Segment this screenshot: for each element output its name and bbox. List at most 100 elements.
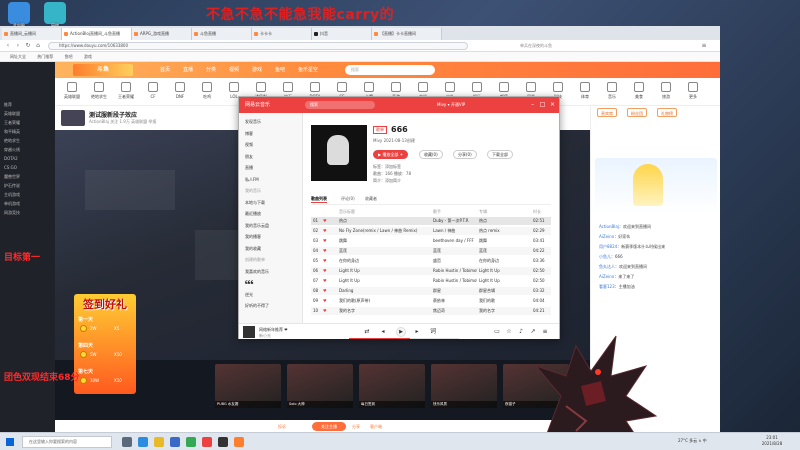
browser-tab[interactable]: 卡卡卡 — [252, 28, 312, 40]
category-item[interactable]: 旅游 — [655, 82, 677, 100]
store-icon[interactable] — [170, 437, 180, 447]
column-header[interactable]: 歌手 — [433, 209, 441, 215]
like-icon[interactable]: ♥ — [323, 217, 327, 225]
sidebar-item[interactable]: 主机游戏 — [4, 192, 52, 198]
sidebar-item[interactable]: 和平精英 — [4, 129, 52, 135]
sidebar-item[interactable]: 666 — [245, 280, 253, 285]
forward-icon[interactable]: › — [14, 42, 22, 50]
music-search-input[interactable]: 搜索 — [305, 101, 375, 109]
minimize-icon[interactable]: – — [529, 101, 536, 108]
sidebar-item[interactable]: 最近播放 — [245, 211, 261, 217]
sidebar-item[interactable]: 我的播客 — [245, 234, 261, 240]
table-row[interactable]: ♥ 09 我们的歌(原声带) 蔡依林 我们的歌 04:04 — [311, 297, 551, 305]
chat-tab[interactable]: 礼物榜 — [657, 108, 677, 117]
browser-search-hint[interactable]: 单兵在深夜的斗鱼 — [520, 42, 590, 50]
file-explorer-icon[interactable] — [154, 437, 164, 447]
menu-icon[interactable]: ≡ — [700, 42, 708, 50]
douyu-app-icon[interactable] — [234, 437, 244, 447]
like-icon[interactable]: ♥ — [323, 227, 327, 235]
column-header[interactable]: 专辑 — [479, 209, 487, 215]
sidebar-item[interactable]: 本地与下载 — [245, 200, 265, 206]
recommend-thumbnail[interactable]: Solo 大神 — [287, 364, 353, 408]
chat-username[interactable]: 鱼丸达人 — [599, 264, 615, 269]
obs-icon[interactable] — [218, 437, 228, 447]
douyu-search-input[interactable]: 搜索 — [345, 65, 435, 75]
like-icon[interactable]: ♥ — [323, 267, 327, 275]
shuffle-icon[interactable]: ⇄ — [363, 328, 371, 336]
chat-username[interactable]: ActionBlaj — [599, 224, 619, 229]
like-icon[interactable]: ♥ — [323, 297, 327, 305]
sidebar-item[interactable]: 单机游戏 — [4, 201, 52, 207]
like-icon[interactable]: ♥ — [323, 257, 327, 265]
recommend-thumbnail[interactable]: 每日签到 — [359, 364, 425, 408]
home-icon[interactable]: ⌂ — [34, 42, 42, 50]
douyu-logo[interactable]: 斗鱼 — [73, 64, 133, 76]
music-user[interactable]: Mivy ▾ 开通VIP — [437, 102, 465, 108]
column-header[interactable]: 时长 — [533, 209, 541, 215]
nav-item[interactable]: 首页 — [160, 66, 170, 73]
computer-icon[interactable] — [8, 2, 30, 24]
like-icon[interactable]: ♥ — [323, 287, 327, 295]
bookmark-item[interactable]: 热门推荐 — [37, 54, 53, 59]
chrome-icon[interactable] — [186, 437, 196, 447]
follow-button[interactable]: 关注主播 — [312, 422, 346, 431]
table-row[interactable]: ♥ 10 我的名字 焦迈奇 我的名字 04:21 — [311, 307, 551, 315]
sidebar-item[interactable]: 视频 — [245, 142, 253, 148]
category-item[interactable]: 更多 — [682, 82, 704, 100]
lyrics-icon[interactable]: 词 — [429, 328, 437, 336]
table-row[interactable]: ♥ 01 热点 Duby - 第一次P.T.R 热点 02:51 — [311, 217, 551, 225]
chat-banner[interactable] — [595, 158, 717, 214]
quality-icon[interactable]: ▭ — [493, 328, 501, 336]
previous-icon[interactable]: ◂ — [379, 328, 387, 336]
like-icon[interactable]: ♥ — [323, 247, 327, 255]
recommend-thumbnail[interactable]: PUBG 水友赛 — [215, 364, 281, 408]
browser-tab[interactable]: 【直播】卡卡直播间 — [372, 28, 442, 40]
tab-songs[interactable]: 歌曲列表 — [311, 196, 327, 203]
browser-tab[interactable]: 直播间_云播间 — [2, 28, 62, 40]
like-icon[interactable]: ♥ — [323, 237, 327, 245]
sidebar-item[interactable]: DOTA2 — [4, 156, 52, 161]
sidebar-item[interactable]: 朋友 — [245, 154, 253, 160]
download-all-button[interactable]: 下载全部 — [487, 150, 513, 159]
column-header[interactable]: 音乐标题 — [339, 209, 355, 215]
like-icon[interactable]: ♥ — [323, 277, 327, 285]
refresh-icon[interactable]: ↻ — [24, 42, 32, 50]
table-row[interactable]: ♥ 05 在你的身边 盛哲 在你的身边 03:36 — [311, 257, 551, 265]
close-icon[interactable]: × — [549, 101, 556, 108]
sidebar-item[interactable]: 逆光 — [245, 292, 253, 298]
chat-username[interactable]: AiZeinn — [599, 234, 614, 239]
nav-item[interactable]: 游戏 — [252, 66, 262, 73]
category-item[interactable]: 吃鸡 — [196, 82, 218, 100]
chat-tab[interactable]: 贵宾席 — [597, 108, 617, 117]
avatar[interactable] — [61, 110, 85, 126]
nav-item[interactable]: 鱼吧 — [275, 66, 285, 73]
category-item[interactable]: 美食 — [628, 82, 650, 100]
table-row[interactable]: ♥ 08 Darling 群星 群星合辑 03:32 — [311, 287, 551, 295]
progress-bar[interactable] — [349, 338, 459, 339]
system-tray[interactable]: 27°C 多云 ∧ 中 — [678, 438, 707, 444]
sidebar-item[interactable]: 绝地求生 — [4, 138, 52, 144]
browser-tab[interactable]: 抖音 — [312, 28, 372, 40]
sidebar-item[interactable]: 推荐 — [4, 102, 52, 108]
sidebar-item[interactable]: 英雄联盟 — [4, 111, 52, 117]
sidebar-item[interactable]: 我的收藏 — [245, 246, 261, 252]
share-button[interactable]: 分享(0) — [453, 150, 477, 159]
category-item[interactable]: 英雄联盟 — [61, 82, 83, 100]
chat-username[interactable]: 小鱼儿 — [599, 254, 611, 259]
table-row[interactable]: ♥ 02 No Fly Zone(remix / Lawn / 神曲 Remix) L… — [311, 227, 551, 235]
category-item[interactable]: 音乐 — [601, 82, 623, 100]
sidebar-item[interactable]: 炉石传说 — [4, 183, 52, 189]
sidebar-item[interactable]: 发现音乐 — [245, 119, 261, 125]
footer-link[interactable]: 客户端 — [370, 424, 382, 430]
sidebar-item[interactable]: 穿越火线 — [4, 147, 52, 153]
clock[interactable]: 23:01 2021/8/28 — [756, 435, 788, 447]
category-item[interactable]: DNF — [169, 82, 191, 99]
sidebar-item[interactable]: 直播 — [245, 165, 253, 171]
chat-username[interactable]: 看客123 — [599, 284, 615, 289]
sidebar-item[interactable]: 私人FM — [245, 177, 259, 183]
play-all-button[interactable]: ▶ 播放全部 + — [373, 150, 408, 159]
now-playing-artist[interactable]: 新小光 — [259, 333, 271, 339]
sidebar-item[interactable]: CS:GO — [4, 165, 52, 170]
category-item[interactable]: 绝地求生 — [88, 82, 110, 100]
sidebar-item[interactable]: 网游竞技 — [4, 210, 52, 216]
